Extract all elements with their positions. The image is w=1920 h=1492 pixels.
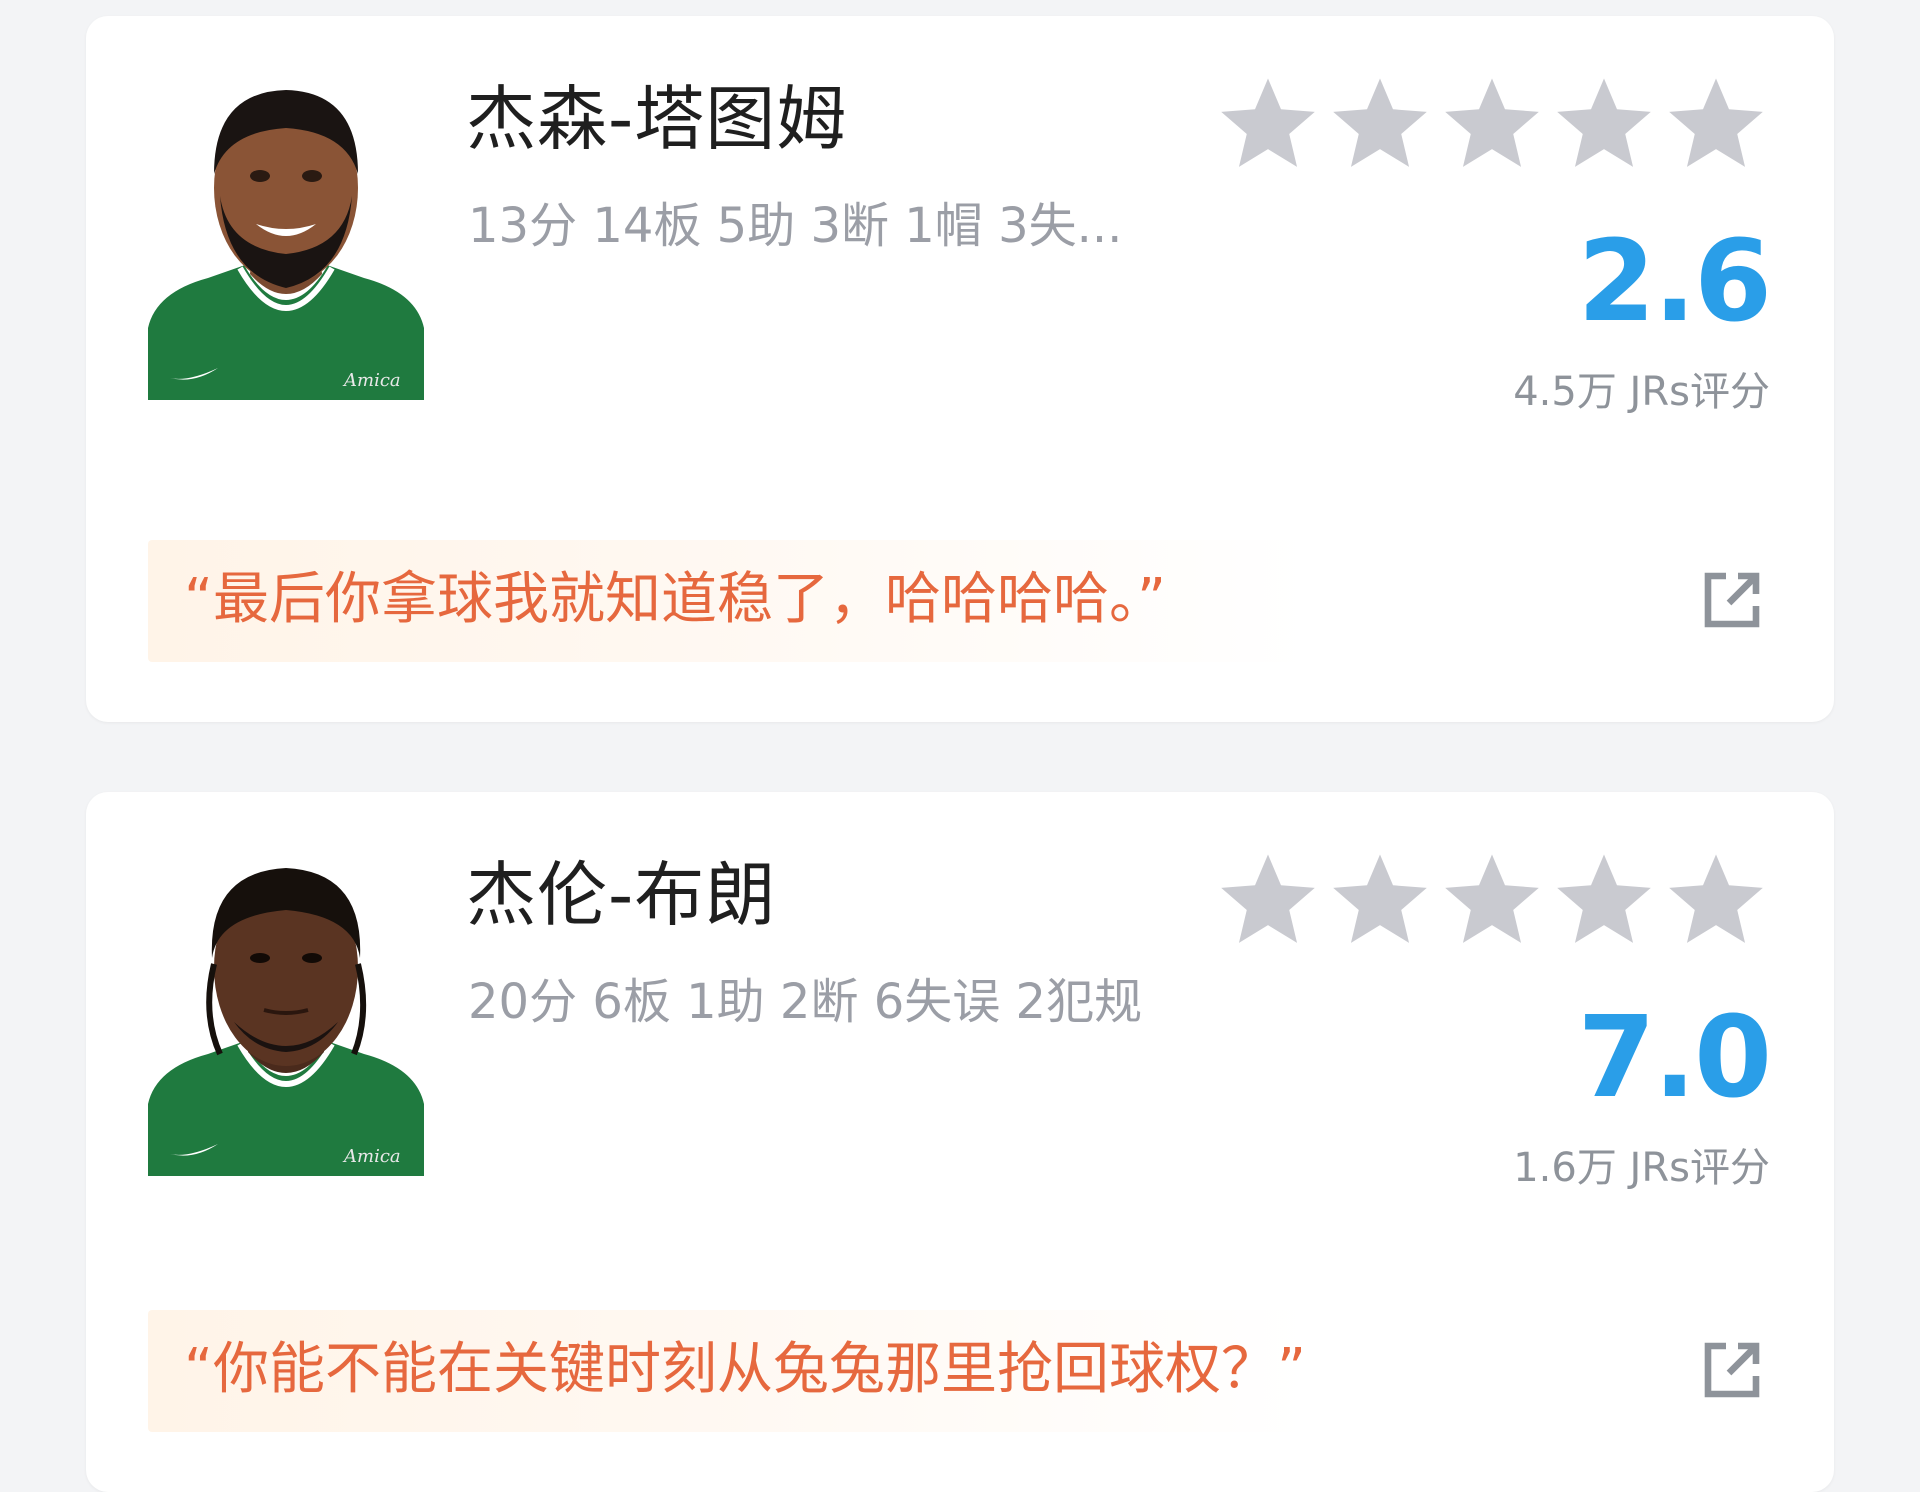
rating-count: 1.6万 JRs评分	[1513, 1145, 1770, 1191]
average-score: 2.6	[1577, 217, 1772, 347]
player-rating-card[interactable]: Amica 杰森-塔图姆 13分 14板 5助 3断 1帽 3失... 2.6 …	[86, 16, 1834, 722]
player-avatar: Amica	[148, 854, 424, 1176]
star-rating[interactable]	[1216, 72, 1776, 182]
star-icon[interactable]	[1664, 72, 1768, 176]
jersey-logo-text: Amica	[342, 1146, 401, 1167]
star-icon[interactable]	[1328, 848, 1432, 952]
top-comment[interactable]: “你能不能在关键时刻从兔兔那里抢回球权？”	[148, 1310, 1308, 1432]
rating-count: 4.5万 JRs评分	[1513, 369, 1770, 415]
player-name: 杰森-塔图姆	[466, 78, 848, 160]
jersey-logo-text: Amica	[342, 370, 401, 391]
star-icon[interactable]	[1440, 848, 1544, 952]
average-score: 7.0	[1577, 993, 1772, 1123]
top-comment[interactable]: “最后你拿球我就知道稳了，哈哈哈哈。”	[148, 540, 1308, 662]
share-icon[interactable]	[1696, 1334, 1768, 1406]
comment-text: “你能不能在关键时刻从兔兔那里抢回球权？”	[184, 1337, 1307, 1402]
star-rating[interactable]	[1216, 848, 1776, 958]
player-avatar: Amica	[148, 78, 424, 400]
star-icon[interactable]	[1328, 72, 1432, 176]
player-stats: 13分 14板 5助 3断 1帽 3失...	[468, 198, 1123, 254]
star-icon[interactable]	[1440, 72, 1544, 176]
comment-text: “最后你拿球我就知道稳了，哈哈哈哈。”	[184, 567, 1167, 632]
star-icon[interactable]	[1664, 848, 1768, 952]
player-name: 杰伦-布朗	[466, 854, 777, 936]
star-icon[interactable]	[1216, 72, 1320, 176]
star-icon[interactable]	[1552, 848, 1656, 952]
player-rating-card[interactable]: Amica 杰伦-布朗 20分 6板 1助 2断 6失误 2犯规 7.0 1.6…	[86, 792, 1834, 1492]
share-icon[interactable]	[1696, 564, 1768, 636]
star-icon[interactable]	[1216, 848, 1320, 952]
star-icon[interactable]	[1552, 72, 1656, 176]
player-stats: 20分 6板 1助 2断 6失误 2犯规	[468, 974, 1143, 1030]
